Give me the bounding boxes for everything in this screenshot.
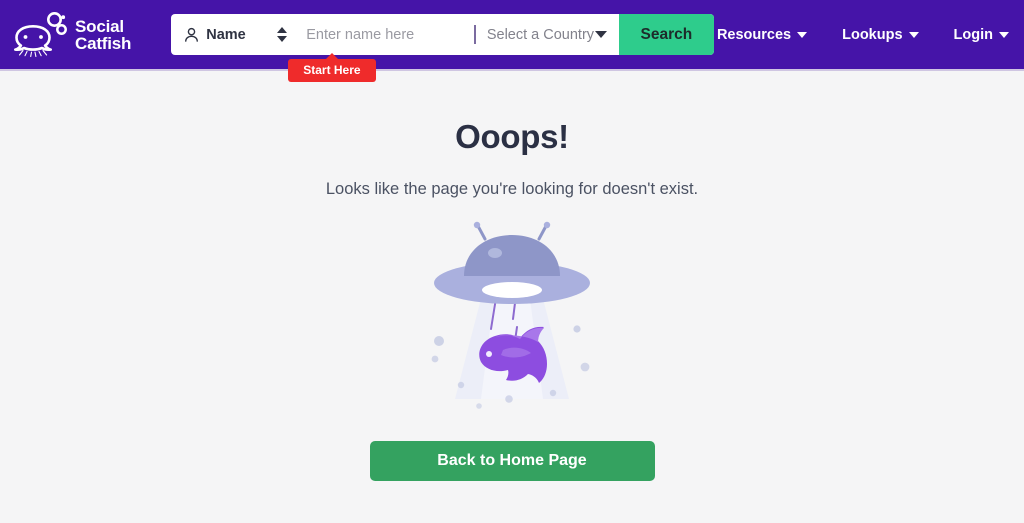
start-here-badge: Start Here <box>288 53 376 82</box>
page-title: Ooops! <box>455 118 569 155</box>
search-name-input[interactable] <box>296 14 474 55</box>
chevron-down-icon <box>594 31 607 38</box>
search-type-select[interactable]: Name <box>171 14 296 55</box>
illustration-container <box>0 221 1024 411</box>
brand-name: Social Catfish <box>75 16 132 53</box>
search-widget: Name Select a Country Search Start Here <box>171 14 715 82</box>
nav-item-label: Lookups <box>842 26 903 43</box>
error-page-content: Ooops! Looks like the page you're lookin… <box>0 71 1024 481</box>
catfish-logo-icon <box>14 11 67 57</box>
cta-container: Back to Home Page <box>0 441 1024 481</box>
search-button[interactable]: Search <box>618 14 715 55</box>
ufo-abducting-catfish-illustration <box>431 221 590 409</box>
search-bar: Name Select a Country Search <box>171 14 715 55</box>
nav-item-lookups[interactable]: Lookups <box>840 21 920 49</box>
chevron-down-icon <box>999 31 1009 38</box>
nav-item-label: Login <box>953 26 993 43</box>
chevron-down-icon <box>797 31 808 38</box>
main-navigation: Resources Lookups Login <box>715 21 1011 49</box>
nav-item-login[interactable]: Login <box>952 21 1011 49</box>
up-down-stepper-icon[interactable] <box>277 27 288 42</box>
search-type-label: Name <box>206 26 246 43</box>
country-select[interactable]: Select a Country <box>476 14 619 55</box>
country-select-label: Select a Country <box>486 26 595 43</box>
page-subtitle: Looks like the page you're looking for d… <box>325 180 699 198</box>
chevron-down-icon <box>908 31 919 38</box>
nav-item-resources[interactable]: Resources <box>715 21 809 49</box>
back-to-home-button[interactable]: Back to Home Page <box>369 441 655 481</box>
nav-item-label: Resources <box>716 26 792 43</box>
brand-logo[interactable]: Social Catfish <box>10 10 131 60</box>
site-header: SocialCatfish Name Select a Country Sear… <box>0 0 1024 82</box>
person-icon <box>185 27 199 42</box>
